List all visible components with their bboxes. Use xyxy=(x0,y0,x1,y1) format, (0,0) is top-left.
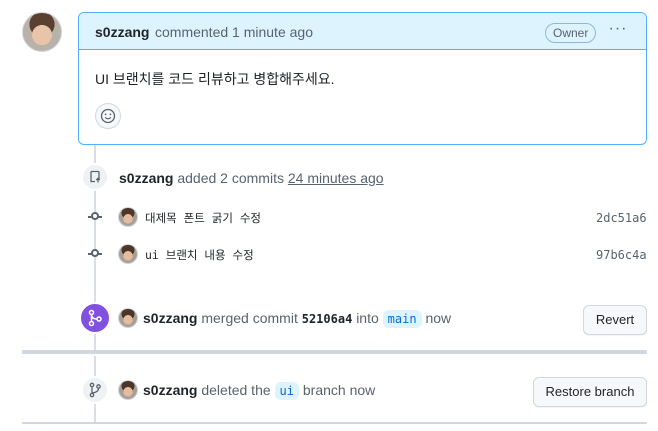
branch-pill[interactable]: ui xyxy=(274,382,299,400)
timeline-divider xyxy=(22,422,647,424)
merge-avatar[interactable] xyxy=(118,308,138,328)
git-branch-icon xyxy=(81,376,109,404)
branch-pill[interactable]: main xyxy=(382,310,422,328)
event-author[interactable]: s0zzang xyxy=(143,310,197,326)
event-action: merged commit xyxy=(201,310,298,326)
merge-commit-sha[interactable]: 52106a4 xyxy=(302,312,353,326)
smiley-icon xyxy=(100,108,116,124)
comment-box: s0zzang commented 1 minute ago Owner ···… xyxy=(78,12,647,145)
commits-event-text: s0zzang added 2 commits 24 minutes ago xyxy=(119,170,384,186)
comment-author[interactable]: s0zzang xyxy=(95,24,149,40)
event-author[interactable]: s0zzang xyxy=(119,170,173,186)
commit-message[interactable]: ui 브랜치 내용 수정 xyxy=(145,247,254,263)
event-action: added 2 commits xyxy=(177,170,284,186)
event-suffix: branch now xyxy=(302,382,376,398)
revert-button[interactable]: Revert xyxy=(583,305,647,335)
comment-body: UI 브랜치를 코드 리뷰하고 병합해주세요. xyxy=(95,71,335,87)
avatar[interactable] xyxy=(22,12,62,52)
commit-dot-icon xyxy=(88,249,102,257)
owner-badge: Owner xyxy=(545,23,597,43)
delete-event-text: s0zzang deleted the ui branch now xyxy=(143,382,376,400)
add-reaction-button[interactable] xyxy=(95,103,121,129)
restore-branch-button[interactable]: Restore branch xyxy=(533,377,647,407)
delete-avatar[interactable] xyxy=(118,380,138,400)
comment-action: commented 1 minute ago xyxy=(155,24,313,40)
commit-avatar[interactable] xyxy=(118,207,138,227)
event-time: now xyxy=(425,310,452,326)
event-action: deleted the xyxy=(201,382,271,398)
merge-event-text: s0zzang merged commit 52106a4 into main … xyxy=(143,310,452,328)
comment-header: s0zzang commented 1 minute ago Owner ··· xyxy=(79,13,646,50)
event-author[interactable]: s0zzang xyxy=(143,382,197,398)
event-into: into xyxy=(356,310,379,326)
timeline-divider xyxy=(22,350,647,354)
commit-message[interactable]: 대제목 폰트 굵기 수정 xyxy=(145,210,261,226)
commit-sha[interactable]: 97b6c4a xyxy=(596,248,647,262)
commit-dot-icon xyxy=(88,212,102,220)
event-time-link[interactable]: 24 minutes ago xyxy=(288,170,384,186)
git-merge-icon xyxy=(79,302,111,334)
repo-push-icon xyxy=(81,163,109,191)
commit-avatar[interactable] xyxy=(118,244,138,264)
more-options-icon[interactable]: ··· xyxy=(607,19,629,43)
commit-sha[interactable]: 2dc51a6 xyxy=(596,211,647,225)
